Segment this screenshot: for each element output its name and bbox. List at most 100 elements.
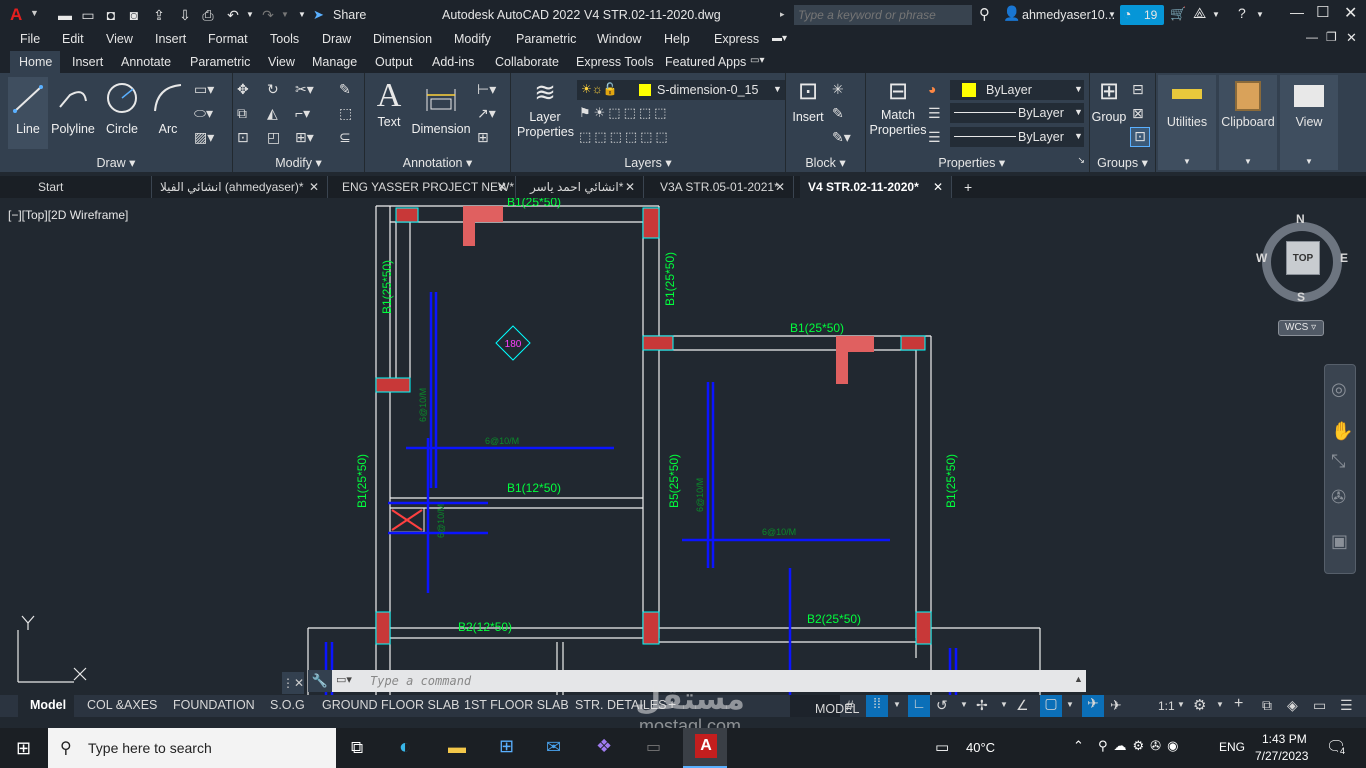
menu-item-modify[interactable]: Modify bbox=[454, 32, 491, 46]
edge-icon[interactable]: ◐ bbox=[399, 736, 411, 759]
groups-panel-title[interactable]: Groups ▾ bbox=[1090, 155, 1155, 170]
drawing-canvas[interactable]: [−][Top][2D Wireframe] 180 B1(25*50) B1(… bbox=[0, 198, 1366, 695]
snap-dropdown-icon[interactable]: ▼ bbox=[893, 700, 901, 709]
ribbon-options-icon[interactable]: ▭▾ bbox=[750, 55, 764, 66]
edit-block-icon[interactable]: ✎ bbox=[832, 105, 844, 122]
scale-icon[interactable]: ◰ bbox=[267, 129, 280, 146]
ungroup-icon[interactable]: ⊟ bbox=[1132, 81, 1144, 98]
workspace-dropdown-icon[interactable]: ▼ bbox=[1216, 700, 1224, 709]
color-wheel-icon[interactable]: ◕ bbox=[928, 81, 936, 97]
ribbon-state-icon[interactable]: ▬▾ bbox=[772, 33, 787, 44]
annotation-panel-title[interactable]: Annotation ▾ bbox=[365, 155, 510, 170]
new-tab-icon[interactable]: + bbox=[964, 179, 972, 195]
tab-manage[interactable]: Manage bbox=[312, 55, 357, 69]
tab-home[interactable]: Home bbox=[10, 51, 60, 74]
erase-icon[interactable]: ✎ bbox=[339, 81, 351, 98]
close-icon[interactable]: ✕ bbox=[1344, 3, 1357, 23]
command-expand-icon[interactable]: ▲ bbox=[1074, 674, 1083, 684]
annotation-visibility-icon[interactable]: ✈ bbox=[1082, 695, 1104, 717]
gradient-icon[interactable]: ▨▾ bbox=[194, 129, 214, 146]
ortho-icon[interactable]: ∟ bbox=[908, 695, 930, 717]
pan-icon[interactable]: ✋ bbox=[1331, 421, 1353, 442]
group-selection-icon[interactable]: ⊡ bbox=[1130, 127, 1150, 147]
menu-item-express[interactable]: Express bbox=[714, 32, 759, 46]
linetype-icon[interactable]: ☰ bbox=[928, 105, 941, 122]
lineweight-icon[interactable]: ☰ bbox=[928, 129, 941, 146]
layers-panel-title[interactable]: Layers ▾ bbox=[511, 155, 785, 170]
arc-button[interactable]: Arc bbox=[148, 77, 188, 149]
utilities-panel[interactable]: Utilities ▼ bbox=[1158, 75, 1216, 170]
doc-tab-close-icon[interactable]: ✕ bbox=[775, 176, 785, 198]
annotation-scale[interactable]: 1:1 bbox=[1158, 699, 1175, 713]
tab-output[interactable]: Output bbox=[375, 55, 413, 69]
modify-panel-title[interactable]: Modify ▾ bbox=[233, 155, 364, 170]
scale-dropdown-icon[interactable]: ▼ bbox=[1177, 700, 1185, 709]
command-input[interactable]: Type a command bbox=[370, 674, 471, 688]
doc-tab[interactable]: انشائي احمد ياسر* ✕ bbox=[522, 176, 644, 198]
new-file-icon[interactable]: ▬ bbox=[55, 5, 75, 25]
customize-wrench-icon[interactable]: 🔧 bbox=[308, 670, 332, 692]
circle-button[interactable]: Circle bbox=[100, 77, 144, 149]
doc-tab-close-icon[interactable]: ✕ bbox=[497, 176, 507, 198]
layer-tools-row-1-icon[interactable]: ⚑☀⬚⬚⬚⬚ bbox=[579, 105, 669, 121]
tab-express-tools[interactable]: Express Tools bbox=[576, 55, 654, 69]
app-menu-chevron-icon[interactable]: ▼ bbox=[30, 8, 39, 18]
unknown-app-icon[interactable]: ▭ bbox=[646, 737, 661, 757]
mirror-icon[interactable]: ◭ bbox=[267, 105, 278, 122]
workspace-gear-icon[interactable]: ⚙ bbox=[1193, 696, 1206, 714]
tab-insert[interactable]: Insert bbox=[72, 55, 103, 69]
move-icon[interactable]: ✥ bbox=[237, 81, 249, 98]
grid-icon[interactable]: # bbox=[846, 697, 854, 713]
osnap-icon[interactable]: ▢ bbox=[1040, 695, 1062, 717]
share-icon[interactable]: ➤ bbox=[313, 7, 324, 23]
store-icon[interactable]: ⊞ bbox=[499, 736, 514, 757]
command-line-close[interactable]: ⋮✕ bbox=[282, 672, 304, 694]
group-button[interactable]: ⊞ Group bbox=[1090, 77, 1128, 149]
doc-close-icon[interactable]: ✕ bbox=[1346, 30, 1357, 46]
menu-item-window[interactable]: Window bbox=[597, 32, 641, 46]
user-icon[interactable]: 👤 bbox=[1003, 5, 1020, 22]
menu-item-draw[interactable]: Draw bbox=[322, 32, 351, 46]
share-button[interactable]: Share bbox=[333, 8, 366, 22]
showmotion-icon[interactable]: ▣ bbox=[1331, 531, 1348, 552]
layout-tab[interactable]: 1ST FLOOR SLAB bbox=[464, 698, 569, 712]
task-view-icon[interactable]: ⧉ bbox=[351, 738, 363, 758]
doc-tab-close-icon[interactable]: ✕ bbox=[309, 176, 319, 198]
polar-dropdown-icon[interactable]: ▼ bbox=[960, 700, 968, 709]
layer-properties-button[interactable]: ≋ Layer Properties bbox=[515, 77, 575, 149]
layout-tab[interactable]: COL &AXES bbox=[87, 698, 157, 712]
isolate-icon[interactable]: ◈ bbox=[1287, 697, 1298, 714]
properties-launcher-icon[interactable]: ↘ bbox=[1077, 155, 1085, 166]
clipboard-panel[interactable]: Clipboard ▼ bbox=[1219, 75, 1277, 170]
doc-tab-active[interactable]: V4 STR.02-11-2020* ✕ bbox=[800, 176, 952, 198]
isodraft-dropdown-icon[interactable]: ▼ bbox=[1000, 700, 1008, 709]
text-button[interactable]: A Text bbox=[371, 77, 407, 149]
compass-east[interactable]: E bbox=[1340, 251, 1348, 265]
insert-block-button[interactable]: ⊡ Insert bbox=[788, 77, 828, 149]
auto-scale-icon[interactable]: ✈ bbox=[1110, 697, 1122, 714]
layout-tab[interactable]: FOUNDATION bbox=[173, 698, 255, 712]
match-properties-button[interactable]: ⊟ Match Properties bbox=[868, 77, 928, 149]
compass-south[interactable]: S bbox=[1297, 290, 1305, 304]
zoom-extents-icon[interactable]: ⤡ bbox=[1331, 451, 1345, 472]
tab-featured-apps[interactable]: Featured Apps bbox=[665, 55, 746, 69]
doc-tab-close-icon[interactable]: ✕ bbox=[933, 176, 943, 198]
trim-icon[interactable]: ✂▾ bbox=[295, 81, 314, 98]
plot-icon[interactable]: ⎙ bbox=[198, 5, 218, 25]
rotate-icon[interactable]: ↻ bbox=[267, 81, 279, 98]
user-dropdown-icon[interactable]: ▼ bbox=[1108, 10, 1116, 19]
doc-tab[interactable]: ENG YASSER PROJECT NEW* ✕ bbox=[334, 176, 516, 198]
autocad-taskbar-button[interactable]: A bbox=[683, 728, 727, 768]
autocad-logo-icon[interactable]: A bbox=[10, 5, 22, 25]
copy-icon[interactable]: ⧉ bbox=[237, 105, 247, 122]
status-model-button[interactable]: MODEL bbox=[790, 695, 859, 717]
undo-dropdown-icon[interactable]: ▼ bbox=[240, 5, 260, 25]
line-button[interactable]: Line bbox=[8, 77, 48, 149]
save-as-icon[interactable]: ◙ bbox=[124, 5, 144, 25]
add-status-icon[interactable]: + bbox=[1234, 695, 1243, 713]
copilot-icon[interactable]: ❖ bbox=[596, 736, 612, 757]
weather-icon[interactable]: ▭ bbox=[935, 738, 949, 756]
menu-item-view[interactable]: View bbox=[106, 32, 133, 46]
search-icon[interactable]: ⚲ bbox=[979, 5, 990, 23]
polyline-button[interactable]: Polyline bbox=[50, 77, 96, 149]
